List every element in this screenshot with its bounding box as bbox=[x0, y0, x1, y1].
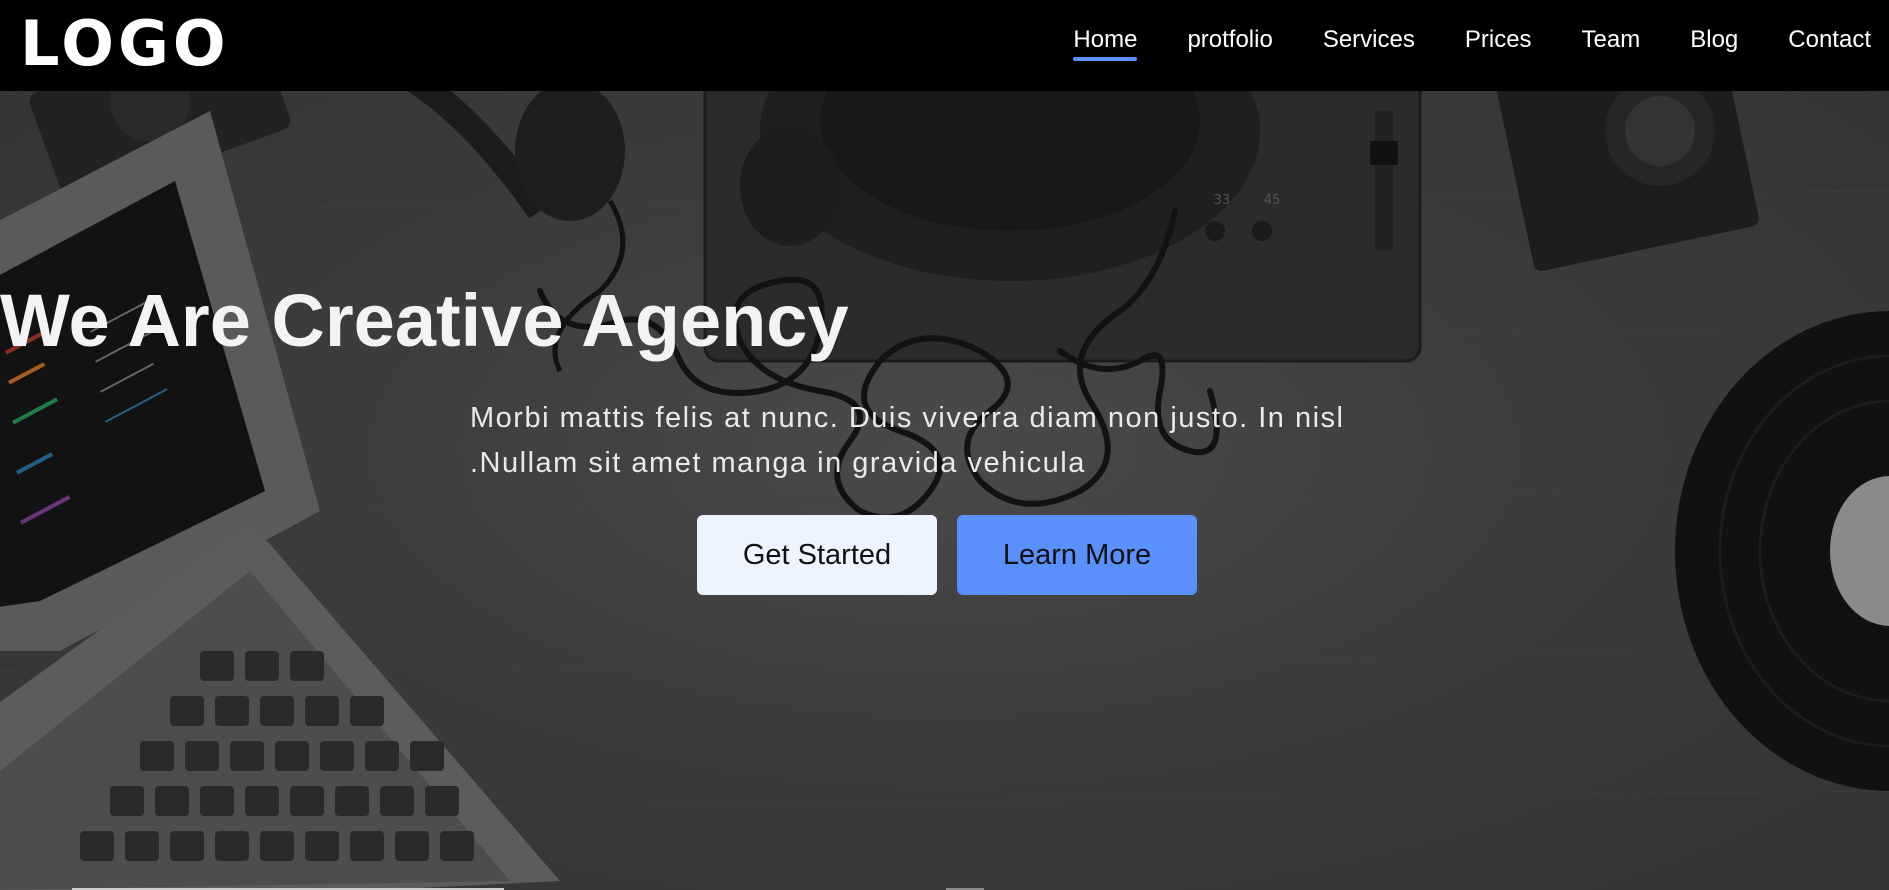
turntable-speed-45-label: 45 bbox=[1264, 193, 1281, 208]
landing-page: 33 45 We Are Creative Agency Morbi matti… bbox=[0, 0, 1889, 890]
nav-item-contact[interactable]: Contact bbox=[1788, 25, 1871, 55]
nav-item-team[interactable]: Team bbox=[1582, 25, 1641, 55]
speaker-right-illustration bbox=[1491, 91, 1759, 272]
hero-background-illustration: 33 45 bbox=[0, 91, 1889, 890]
learn-more-button[interactable]: Learn More bbox=[957, 515, 1197, 595]
hero-description: Morbi mattis felis at nunc. Duis viverra… bbox=[470, 402, 1345, 479]
nav-item-home[interactable]: Home bbox=[1073, 25, 1138, 61]
nav-item-portfolio[interactable]: protfolio bbox=[1187, 25, 1272, 55]
nav-menu: Home protfolio Services Prices Team Blog… bbox=[1023, 0, 1871, 80]
hero-section: 33 45 We Are Creative Agency Morbi matti… bbox=[0, 91, 1889, 890]
hero-title: We Are Creative Agency bbox=[0, 279, 849, 362]
navbar: LOGO Home protfolio Services Prices Team… bbox=[0, 0, 1889, 91]
nav-item-services[interactable]: Services bbox=[1323, 25, 1415, 55]
turntable-speed-33-label: 33 bbox=[1214, 193, 1231, 208]
laptop-illustration bbox=[0, 111, 560, 890]
nav-item-blog[interactable]: Blog bbox=[1690, 25, 1738, 55]
nav-item-prices[interactable]: Prices bbox=[1465, 25, 1532, 55]
get-started-button[interactable]: Get Started bbox=[697, 515, 937, 595]
logo[interactable]: LOGO bbox=[20, 6, 230, 82]
vinyl-record-illustration bbox=[1675, 311, 1889, 791]
